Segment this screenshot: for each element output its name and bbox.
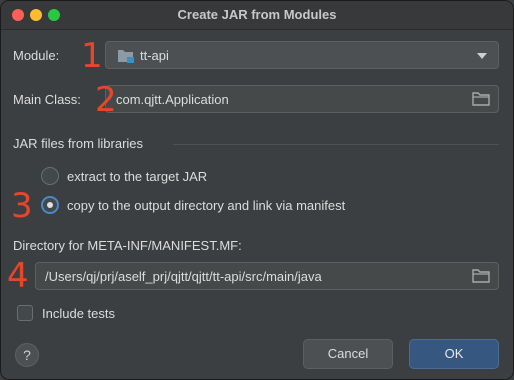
manifest-dir-field[interactable]: /Users/qj/prj/aself_prj/qjtt/qjtt/tt-api… — [35, 262, 499, 290]
include-tests-checkbox[interactable] — [17, 305, 33, 321]
extract-radio[interactable] — [41, 167, 59, 185]
main-class-value: com.qjtt.Application — [116, 92, 229, 107]
module-folder-icon — [118, 50, 134, 63]
cancel-button[interactable]: Cancel — [303, 339, 393, 369]
include-tests-label[interactable]: Include tests — [42, 306, 115, 321]
annotation-number: 3 — [11, 186, 33, 226]
main-class-field[interactable]: com.qjtt.Application — [105, 85, 499, 113]
extract-radio-label[interactable]: extract to the target JAR — [67, 169, 207, 184]
help-button[interactable]: ? — [15, 343, 39, 367]
dialog-title: Create JAR from Modules — [177, 7, 337, 22]
title-bar: Create JAR from Modules — [1, 1, 513, 30]
browse-folder-icon[interactable] — [472, 269, 490, 283]
copy-radio-label[interactable]: copy to the output directory and link vi… — [67, 198, 345, 213]
main-class-label: Main Class: — [13, 92, 81, 107]
manifest-dir-label: Directory for META-INF/MANIFEST.MF: — [13, 238, 242, 253]
copy-radio[interactable] — [41, 196, 59, 214]
dialog-window: Create JAR from Modules Module: tt-api M… — [0, 0, 514, 380]
module-label: Module: — [13, 48, 60, 63]
browse-folder-icon[interactable] — [472, 92, 490, 106]
annotation-number: 2 — [95, 80, 117, 120]
annotation-number: 1 — [81, 36, 103, 76]
chevron-down-icon — [477, 53, 487, 59]
annotation-number: 4 — [7, 256, 29, 296]
manifest-dir-value: /Users/qj/prj/aself_prj/qjtt/qjtt/tt-api… — [45, 269, 322, 284]
jar-libraries-section-title: JAR files from libraries — [13, 136, 144, 151]
ok-button[interactable]: OK — [409, 339, 499, 369]
module-value: tt-api — [140, 48, 169, 63]
section-divider — [173, 144, 499, 145]
module-select[interactable]: tt-api — [105, 41, 499, 69]
